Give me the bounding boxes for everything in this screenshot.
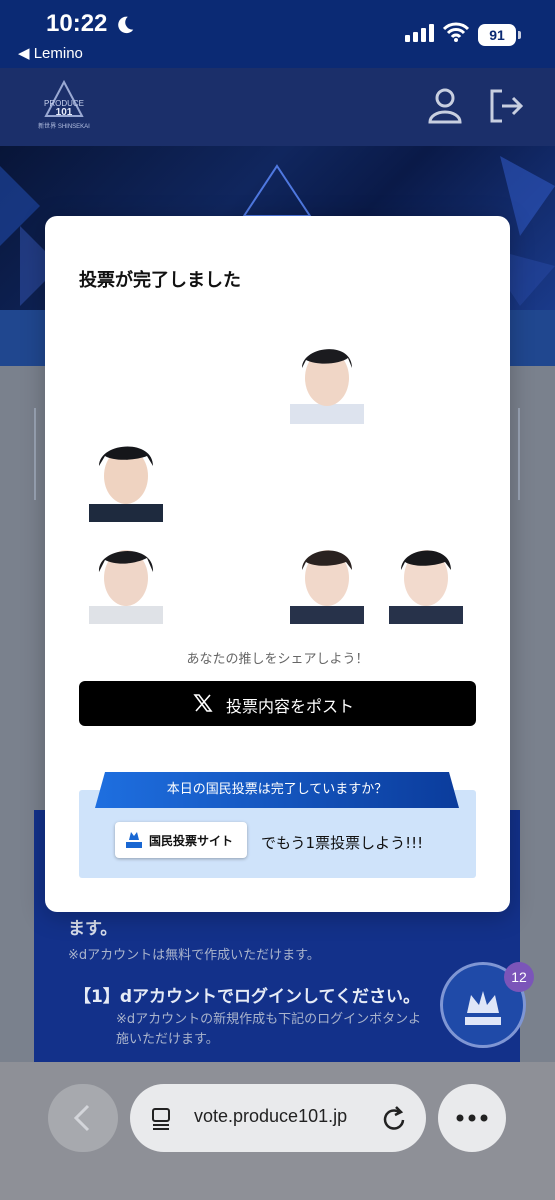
trainee-photo xyxy=(89,528,163,624)
notification-badge: 12 xyxy=(504,962,534,992)
promo-cta-text: でもう1票投票しよう!!! xyxy=(261,834,424,852)
ballot-box-icon xyxy=(126,832,142,848)
more-icon xyxy=(456,1114,488,1122)
back-chevron-icon xyxy=(73,1104,90,1132)
site-header: PRODUCE 101 新世界 SHINSEKAI xyxy=(0,68,555,146)
info-note: ※dアカウントは無料で作成いただけます。 xyxy=(68,948,320,963)
share-prompt: あなたの推しをシェアしよう！ xyxy=(186,652,369,667)
post-to-x-button[interactable]: 投票内容をポスト xyxy=(79,681,476,726)
url-text: vote.produce101.jp xyxy=(194,1106,348,1126)
vote-complete-modal: 投票が完了しました あなたの推しをシェアしよう！ 投票内容をポスト 本日の国民投… xyxy=(45,216,510,912)
browser-back-button[interactable] xyxy=(48,1084,118,1152)
national-vote-site-button[interactable]: 国民投票サイト xyxy=(115,822,247,858)
status-time: 10:22 xyxy=(46,10,108,37)
x-icon xyxy=(193,694,213,712)
logout-icon[interactable] xyxy=(488,88,524,124)
address-bar[interactable]: vote.produce101.jp xyxy=(130,1084,426,1152)
tabs-icon[interactable] xyxy=(150,1106,174,1130)
wifi-icon xyxy=(443,22,469,42)
moon-icon xyxy=(118,16,134,34)
status-bar: 10:22 ◀ Lemino 91 xyxy=(0,0,555,68)
promo-question: 本日の国民投票は完了していますか？ xyxy=(166,782,388,797)
info-text: ます。 xyxy=(68,919,118,939)
battery-indicator: 91 xyxy=(478,24,521,46)
info-note: ※dアカウントの新規作成も下記のログインボタンよ xyxy=(116,1012,422,1027)
trainee-photo xyxy=(290,528,364,624)
modal-title: 投票が完了しました xyxy=(79,270,241,291)
post-button-label: 投票内容をポスト xyxy=(226,697,355,716)
user-icon[interactable] xyxy=(428,88,462,124)
svg-text:新世界 SHINSEKAI: 新世界 SHINSEKAI xyxy=(38,122,90,130)
vote-site-label: 国民投票サイト xyxy=(149,834,234,848)
info-note: 施いただけます。 xyxy=(116,1032,219,1047)
more-button[interactable] xyxy=(438,1084,506,1152)
reload-icon[interactable] xyxy=(382,1104,408,1132)
produce101-logo[interactable]: PRODUCE 101 新世界 SHINSEKAI xyxy=(34,80,94,136)
back-to-app-link[interactable]: ◀ Lemino xyxy=(18,44,83,62)
svg-text:101: 101 xyxy=(56,107,73,118)
trainee-photo xyxy=(290,328,364,424)
signal-icon xyxy=(405,24,434,42)
trainee-photo xyxy=(389,528,463,624)
info-step-1: 【1】dアカウントでログインしてください。 xyxy=(74,987,420,1007)
trainee-photo xyxy=(89,426,163,522)
